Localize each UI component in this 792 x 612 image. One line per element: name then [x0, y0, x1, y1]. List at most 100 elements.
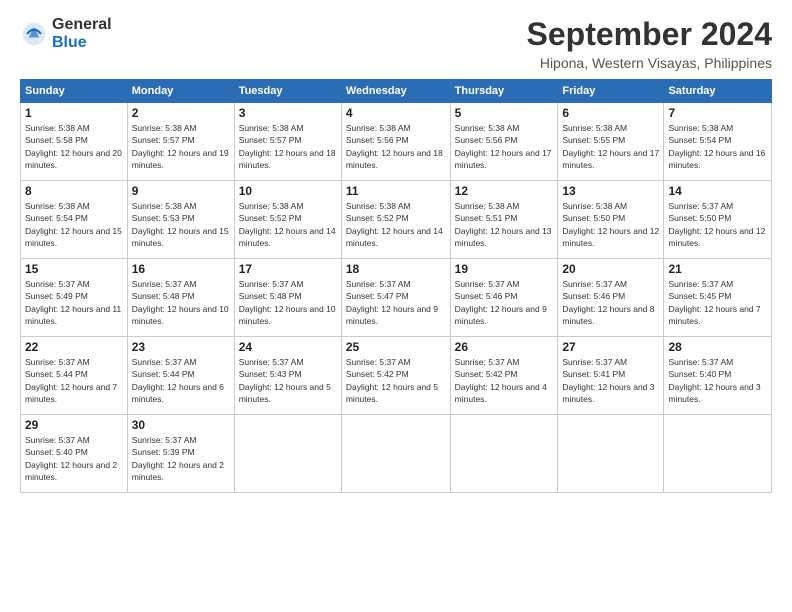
day-info: Sunrise: 5:37 AMSunset: 5:41 PMDaylight:… — [562, 357, 654, 404]
day-info: Sunrise: 5:37 AMSunset: 5:50 PMDaylight:… — [668, 201, 765, 248]
table-cell: 12 Sunrise: 5:38 AMSunset: 5:51 PMDaylig… — [450, 181, 558, 259]
day-info: Sunrise: 5:38 AMSunset: 5:55 PMDaylight:… — [562, 123, 659, 170]
day-info: Sunrise: 5:38 AMSunset: 5:56 PMDaylight:… — [455, 123, 552, 170]
table-cell: 21 Sunrise: 5:37 AMSunset: 5:45 PMDaylig… — [664, 259, 772, 337]
table-cell: 20 Sunrise: 5:37 AMSunset: 5:46 PMDaylig… — [558, 259, 664, 337]
logo-text: General Blue — [52, 16, 112, 51]
day-number: 7 — [668, 106, 767, 120]
table-cell: 3 Sunrise: 5:38 AMSunset: 5:57 PMDayligh… — [234, 103, 341, 181]
day-info: Sunrise: 5:38 AMSunset: 5:54 PMDaylight:… — [668, 123, 765, 170]
table-cell: 6 Sunrise: 5:38 AMSunset: 5:55 PMDayligh… — [558, 103, 664, 181]
col-saturday: Saturday — [664, 80, 772, 103]
day-info: Sunrise: 5:38 AMSunset: 5:51 PMDaylight:… — [455, 201, 552, 248]
day-number: 8 — [25, 184, 123, 198]
table-cell — [341, 415, 450, 493]
table-cell — [664, 415, 772, 493]
table-cell: 16 Sunrise: 5:37 AMSunset: 5:48 PMDaylig… — [127, 259, 234, 337]
table-cell: 10 Sunrise: 5:38 AMSunset: 5:52 PMDaylig… — [234, 181, 341, 259]
day-number: 14 — [668, 184, 767, 198]
day-info: Sunrise: 5:37 AMSunset: 5:42 PMDaylight:… — [346, 357, 438, 404]
day-number: 17 — [239, 262, 337, 276]
day-number: 30 — [132, 418, 230, 432]
day-info: Sunrise: 5:37 AMSunset: 5:49 PMDaylight:… — [25, 279, 121, 326]
day-info: Sunrise: 5:38 AMSunset: 5:57 PMDaylight:… — [132, 123, 229, 170]
col-sunday: Sunday — [21, 80, 128, 103]
table-cell: 1 Sunrise: 5:38 AMSunset: 5:58 PMDayligh… — [21, 103, 128, 181]
day-number: 16 — [132, 262, 230, 276]
table-cell: 4 Sunrise: 5:38 AMSunset: 5:56 PMDayligh… — [341, 103, 450, 181]
table-cell: 11 Sunrise: 5:38 AMSunset: 5:52 PMDaylig… — [341, 181, 450, 259]
table-cell: 24 Sunrise: 5:37 AMSunset: 5:43 PMDaylig… — [234, 337, 341, 415]
logo-blue: Blue — [52, 34, 112, 52]
table-cell: 25 Sunrise: 5:37 AMSunset: 5:42 PMDaylig… — [341, 337, 450, 415]
col-thursday: Thursday — [450, 80, 558, 103]
calendar-page: General Blue September 2024 Hipona, West… — [0, 0, 792, 612]
logo: General Blue — [20, 16, 112, 51]
day-info: Sunrise: 5:38 AMSunset: 5:57 PMDaylight:… — [239, 123, 336, 170]
day-number: 25 — [346, 340, 446, 354]
table-cell: 27 Sunrise: 5:37 AMSunset: 5:41 PMDaylig… — [558, 337, 664, 415]
day-info: Sunrise: 5:38 AMSunset: 5:53 PMDaylight:… — [132, 201, 229, 248]
day-info: Sunrise: 5:37 AMSunset: 5:46 PMDaylight:… — [455, 279, 547, 326]
col-monday: Monday — [127, 80, 234, 103]
day-number: 26 — [455, 340, 554, 354]
location-title: Hipona, Western Visayas, Philippines — [527, 55, 772, 71]
table-cell: 15 Sunrise: 5:37 AMSunset: 5:49 PMDaylig… — [21, 259, 128, 337]
week-row: 8 Sunrise: 5:38 AMSunset: 5:54 PMDayligh… — [21, 181, 772, 259]
table-cell: 17 Sunrise: 5:37 AMSunset: 5:48 PMDaylig… — [234, 259, 341, 337]
day-info: Sunrise: 5:37 AMSunset: 5:44 PMDaylight:… — [25, 357, 117, 404]
col-tuesday: Tuesday — [234, 80, 341, 103]
day-info: Sunrise: 5:37 AMSunset: 5:45 PMDaylight:… — [668, 279, 760, 326]
table-cell: 19 Sunrise: 5:37 AMSunset: 5:46 PMDaylig… — [450, 259, 558, 337]
table-cell — [450, 415, 558, 493]
table-cell: 9 Sunrise: 5:38 AMSunset: 5:53 PMDayligh… — [127, 181, 234, 259]
table-cell: 8 Sunrise: 5:38 AMSunset: 5:54 PMDayligh… — [21, 181, 128, 259]
table-cell: 18 Sunrise: 5:37 AMSunset: 5:47 PMDaylig… — [341, 259, 450, 337]
day-number: 29 — [25, 418, 123, 432]
table-cell: 22 Sunrise: 5:37 AMSunset: 5:44 PMDaylig… — [21, 337, 128, 415]
day-info: Sunrise: 5:37 AMSunset: 5:47 PMDaylight:… — [346, 279, 438, 326]
table-cell: 5 Sunrise: 5:38 AMSunset: 5:56 PMDayligh… — [450, 103, 558, 181]
day-info: Sunrise: 5:37 AMSunset: 5:44 PMDaylight:… — [132, 357, 224, 404]
day-number: 22 — [25, 340, 123, 354]
table-cell: 30 Sunrise: 5:37 AMSunset: 5:39 PMDaylig… — [127, 415, 234, 493]
day-number: 6 — [562, 106, 659, 120]
table-cell: 7 Sunrise: 5:38 AMSunset: 5:54 PMDayligh… — [664, 103, 772, 181]
day-info: Sunrise: 5:38 AMSunset: 5:56 PMDaylight:… — [346, 123, 443, 170]
title-area: September 2024 Hipona, Western Visayas, … — [527, 16, 772, 71]
header: General Blue September 2024 Hipona, West… — [20, 16, 772, 71]
day-info: Sunrise: 5:37 AMSunset: 5:42 PMDaylight:… — [455, 357, 547, 404]
day-number: 21 — [668, 262, 767, 276]
day-number: 27 — [562, 340, 659, 354]
table-cell: 2 Sunrise: 5:38 AMSunset: 5:57 PMDayligh… — [127, 103, 234, 181]
day-number: 2 — [132, 106, 230, 120]
day-number: 24 — [239, 340, 337, 354]
day-info: Sunrise: 5:37 AMSunset: 5:40 PMDaylight:… — [25, 435, 117, 482]
day-number: 9 — [132, 184, 230, 198]
table-cell — [234, 415, 341, 493]
day-info: Sunrise: 5:38 AMSunset: 5:50 PMDaylight:… — [562, 201, 659, 248]
week-row: 22 Sunrise: 5:37 AMSunset: 5:44 PMDaylig… — [21, 337, 772, 415]
day-number: 11 — [346, 184, 446, 198]
calendar-table: Sunday Monday Tuesday Wednesday Thursday… — [20, 79, 772, 493]
week-row: 1 Sunrise: 5:38 AMSunset: 5:58 PMDayligh… — [21, 103, 772, 181]
day-info: Sunrise: 5:38 AMSunset: 5:52 PMDaylight:… — [346, 201, 443, 248]
day-number: 23 — [132, 340, 230, 354]
day-info: Sunrise: 5:37 AMSunset: 5:40 PMDaylight:… — [668, 357, 760, 404]
day-info: Sunrise: 5:37 AMSunset: 5:46 PMDaylight:… — [562, 279, 654, 326]
logo-icon — [20, 20, 48, 48]
week-row: 29 Sunrise: 5:37 AMSunset: 5:40 PMDaylig… — [21, 415, 772, 493]
day-info: Sunrise: 5:37 AMSunset: 5:48 PMDaylight:… — [239, 279, 336, 326]
table-cell — [558, 415, 664, 493]
day-number: 18 — [346, 262, 446, 276]
day-info: Sunrise: 5:38 AMSunset: 5:52 PMDaylight:… — [239, 201, 336, 248]
week-row: 15 Sunrise: 5:37 AMSunset: 5:49 PMDaylig… — [21, 259, 772, 337]
col-friday: Friday — [558, 80, 664, 103]
day-number: 5 — [455, 106, 554, 120]
day-number: 12 — [455, 184, 554, 198]
col-wednesday: Wednesday — [341, 80, 450, 103]
table-cell: 28 Sunrise: 5:37 AMSunset: 5:40 PMDaylig… — [664, 337, 772, 415]
day-number: 13 — [562, 184, 659, 198]
day-number: 28 — [668, 340, 767, 354]
day-number: 20 — [562, 262, 659, 276]
